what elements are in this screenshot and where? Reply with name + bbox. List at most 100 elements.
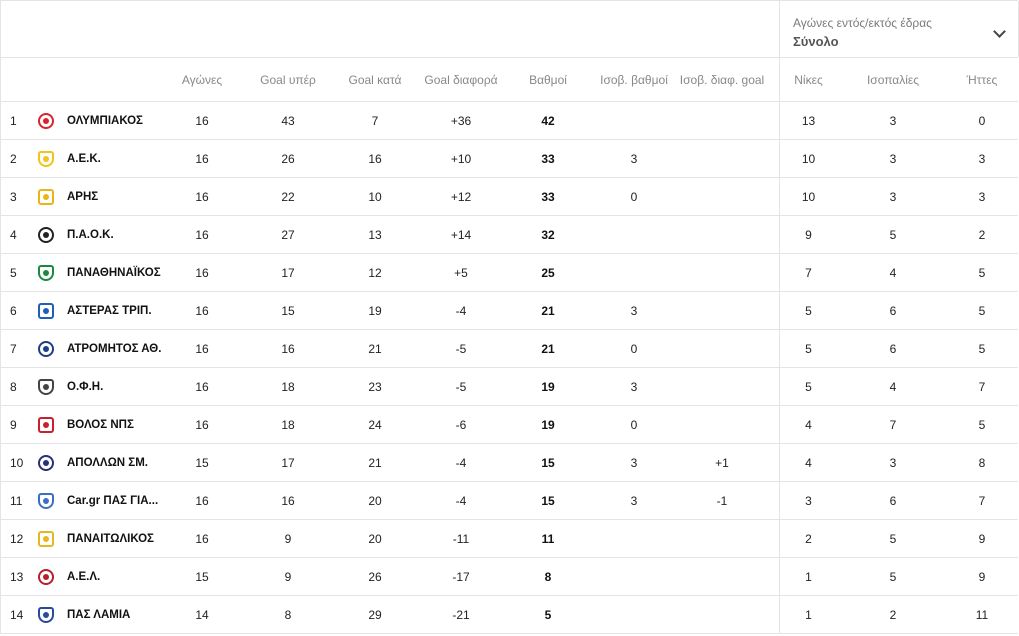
team-name[interactable]: Π.Α.Ο.Κ. xyxy=(67,216,167,253)
team-name[interactable]: ΠΑΝΑΙΤΩΛΙΚΟΣ xyxy=(67,520,167,557)
crest-emblem-icon xyxy=(43,193,49,200)
goals-against-cell: 12 xyxy=(368,265,382,280)
goals-against-cell: 21 xyxy=(368,341,382,356)
table-row[interactable]: 8 Ο.Φ.Η. 16 18 23 -5 19 3 5 4 7 xyxy=(1,368,1018,406)
team-name[interactable]: ΒΟΛΟΣ ΝΠΣ xyxy=(67,406,167,443)
h2h-goal-diff-cell xyxy=(679,558,765,595)
goals-for-cell: 18 xyxy=(281,379,295,394)
goal-difference-cell: -5 xyxy=(455,341,467,356)
home-away-filter-dropdown[interactable]: Αγώνες εντός/εκτός έδρας Σύνολο xyxy=(779,1,1019,57)
team-name[interactable]: ΠΑΣ ΛΑΜΙΑ xyxy=(67,596,167,633)
team-logo[interactable] xyxy=(35,444,57,481)
header-goals-against[interactable]: Goal κατά xyxy=(335,58,415,101)
header-h2h-points[interactable]: Ισοβ. βαθμοί xyxy=(593,58,675,101)
goal-difference-cell: -17 xyxy=(452,569,470,584)
wins-cell: 4 xyxy=(779,406,837,443)
chevron-down-icon[interactable] xyxy=(993,25,1006,38)
table-row[interactable]: 2 Α.Ε.Κ. 16 26 16 +10 33 3 10 3 3 xyxy=(1,140,1018,178)
table-row[interactable]: 13 Α.Ε.Λ. 15 9 26 -17 8 1 5 9 xyxy=(1,558,1018,596)
played-cell: 16 xyxy=(195,493,209,508)
points-cell: 19 xyxy=(541,417,555,432)
crest-emblem-icon xyxy=(43,345,49,352)
h2h-goal-diff-cell xyxy=(679,102,765,139)
ael-crest-icon xyxy=(38,568,54,585)
table-row[interactable]: 11 Car.gr ΠΑΣ ΓΙΑ... 16 16 20 -4 15 3 -1 3 6 7 xyxy=(1,482,1018,520)
wins-cell: 3 xyxy=(779,482,837,519)
goal-difference-cell: -6 xyxy=(455,417,467,432)
h2h-goal-diff-cell xyxy=(679,292,765,329)
team-logo[interactable] xyxy=(35,102,57,139)
header-draws[interactable]: Ισοπαλίες xyxy=(846,58,940,101)
team-logo[interactable] xyxy=(35,520,57,557)
goals-against-cell: 7 xyxy=(371,113,379,128)
wins-cell: 10 xyxy=(779,178,837,215)
table-row[interactable]: 3 ΑΡΗΣ 16 22 10 +12 33 0 10 3 3 xyxy=(1,178,1018,216)
team-name[interactable]: ΑΠΟΛΛΩΝ ΣΜ. xyxy=(67,444,167,481)
wins-cell: 13 xyxy=(779,102,837,139)
team-name[interactable]: ΑΡΗΣ xyxy=(67,178,167,215)
header-h2h-goal-diff[interactable]: Ισοβ. διαφ. goal xyxy=(679,58,765,101)
table-row[interactable]: 1 ΟΛΥΜΠΙΑΚΟΣ 16 43 7 +36 42 13 3 0 xyxy=(1,102,1018,140)
h2h-goal-diff-cell xyxy=(679,140,765,177)
table-row[interactable]: 14 ΠΑΣ ΛΑΜΙΑ 14 8 29 -21 5 1 2 11 xyxy=(1,596,1018,634)
team-name[interactable]: ΑΤΡΟΜΗΤΟΣ ΑΘ. xyxy=(67,330,167,367)
goals-for-cell: 17 xyxy=(281,265,295,280)
team-name[interactable]: ΠΑΝΑΘΗΝΑΪΚΟΣ xyxy=(67,254,167,291)
crest-emblem-icon xyxy=(43,269,49,276)
position-cell: 4 xyxy=(10,227,17,242)
goals-against-cell: 19 xyxy=(368,303,382,318)
atromitos-crest-icon xyxy=(38,340,54,357)
team-logo[interactable] xyxy=(35,330,57,367)
draws-cell: 6 xyxy=(889,341,897,356)
table-row[interactable]: 9 ΒΟΛΟΣ ΝΠΣ 16 18 24 -6 19 0 4 7 5 xyxy=(1,406,1018,444)
losses-cell: 9 xyxy=(978,531,986,546)
played-cell: 14 xyxy=(195,607,209,622)
position-cell: 10 xyxy=(10,455,24,470)
team-logo[interactable] xyxy=(35,368,57,405)
points-cell: 15 xyxy=(541,493,555,508)
table-row[interactable]: 4 Π.Α.Ο.Κ. 16 27 13 +14 32 9 5 2 xyxy=(1,216,1018,254)
goals-for-cell: 9 xyxy=(284,569,292,584)
team-logo[interactable] xyxy=(35,216,57,253)
draws-cell: 4 xyxy=(889,265,897,280)
pas-giannina-crest-icon xyxy=(38,492,54,509)
header-goal-difference[interactable]: Goal διαφορά xyxy=(419,58,503,101)
team-name[interactable]: ΟΛΥΜΠΙΑΚΟΣ xyxy=(67,102,167,139)
table-row[interactable]: 6 ΑΣΤΕΡΑΣ ΤΡΙΠ. 16 15 19 -4 21 3 5 6 5 xyxy=(1,292,1018,330)
goal-difference-cell: -11 xyxy=(452,531,470,546)
header-played[interactable]: Αγώνες xyxy=(171,58,233,101)
table-row[interactable]: 7 ΑΤΡΟΜΗΤΟΣ ΑΘ. 16 16 21 -5 21 0 5 6 5 xyxy=(1,330,1018,368)
goal-difference-cell: -5 xyxy=(455,379,467,394)
played-cell: 16 xyxy=(195,151,209,166)
team-logo[interactable] xyxy=(35,406,57,443)
wins-cell: 7 xyxy=(779,254,837,291)
team-name[interactable]: ΑΣΤΕΡΑΣ ΤΡΙΠ. xyxy=(67,292,167,329)
team-name[interactable]: Car.gr ΠΑΣ ΓΙΑ... xyxy=(67,482,167,519)
position-cell: 6 xyxy=(10,303,17,318)
team-logo[interactable] xyxy=(35,482,57,519)
table-row[interactable]: 5 ΠΑΝΑΘΗΝΑΪΚΟΣ 16 17 12 +5 25 7 4 5 xyxy=(1,254,1018,292)
team-logo[interactable] xyxy=(35,596,57,633)
team-logo[interactable] xyxy=(35,178,57,215)
lamia-crest-icon xyxy=(38,606,54,623)
team-name[interactable]: Ο.Φ.Η. xyxy=(67,368,167,405)
header-wins[interactable]: Νίκες xyxy=(779,58,837,101)
team-logo[interactable] xyxy=(35,558,57,595)
goals-for-cell: 16 xyxy=(281,493,295,508)
table-row[interactable]: 10 ΑΠΟΛΛΩΝ ΣΜ. 15 17 21 -4 15 3 +1 4 3 8 xyxy=(1,444,1018,482)
goals-for-cell: 26 xyxy=(281,151,295,166)
team-name[interactable]: Α.Ε.Κ. xyxy=(67,140,167,177)
filter-label: Αγώνες εντός/εκτός έδρας xyxy=(793,16,932,30)
points-cell: 33 xyxy=(541,151,555,166)
table-row[interactable]: 12 ΠΑΝΑΙΤΩΛΙΚΟΣ 16 9 20 -11 11 2 5 9 xyxy=(1,520,1018,558)
h2h-goal-diff-cell: -1 xyxy=(716,493,728,508)
team-logo[interactable] xyxy=(35,254,57,291)
goal-difference-cell: -21 xyxy=(452,607,470,622)
header-points[interactable]: Βαθμοί xyxy=(509,58,587,101)
goal-difference-cell: +14 xyxy=(450,227,472,242)
header-goals-for[interactable]: Goal υπέρ xyxy=(247,58,329,101)
team-logo[interactable] xyxy=(35,292,57,329)
header-losses[interactable]: Ήττες xyxy=(945,58,1019,101)
team-name[interactable]: Α.Ε.Λ. xyxy=(67,558,167,595)
team-logo[interactable] xyxy=(35,140,57,177)
